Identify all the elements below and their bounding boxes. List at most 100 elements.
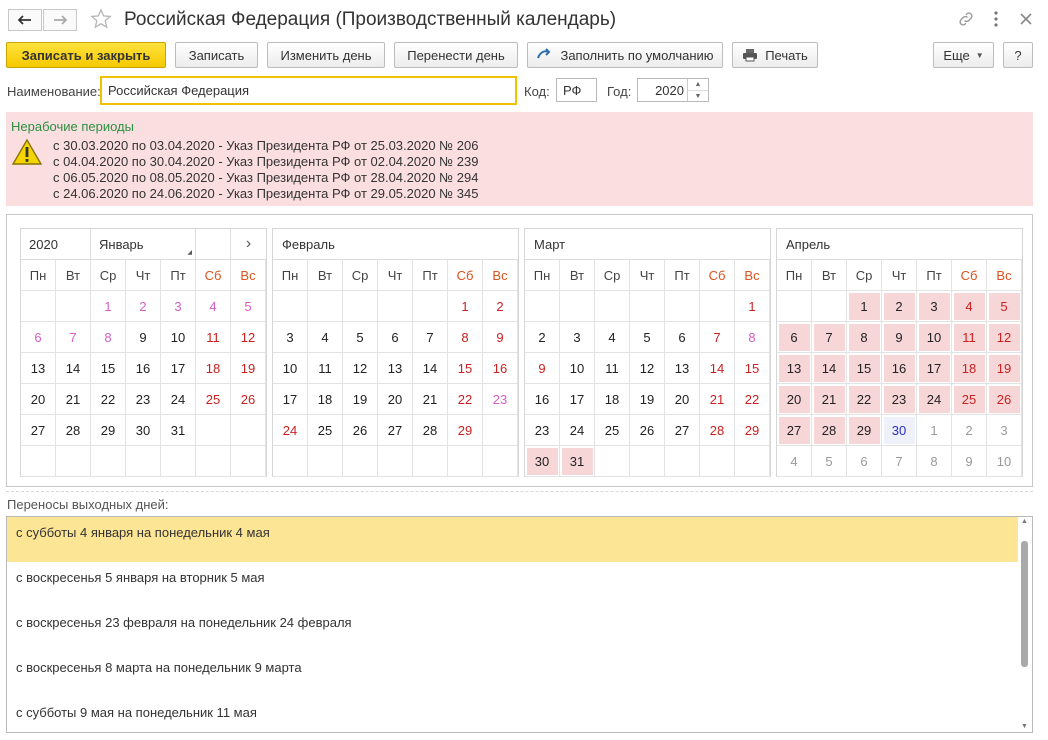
calendar-day[interactable]: 5 bbox=[987, 291, 1022, 322]
calendar-day[interactable]: 20 bbox=[378, 384, 413, 415]
calendar-day[interactable]: 23 bbox=[126, 384, 161, 415]
calendar-day[interactable]: 2 bbox=[882, 291, 917, 322]
print-button[interactable]: Печать bbox=[732, 42, 818, 68]
calendar-day[interactable]: 7 bbox=[812, 322, 847, 353]
calendar-day[interactable]: 18 bbox=[308, 384, 343, 415]
calendar-day[interactable]: 1 bbox=[448, 291, 483, 322]
link-icon[interactable] bbox=[957, 10, 975, 31]
stepper-down-icon[interactable]: ▼ bbox=[688, 90, 708, 102]
calendar-day[interactable]: 9 bbox=[882, 322, 917, 353]
calendar-day[interactable]: 6 bbox=[378, 322, 413, 353]
calendar-day[interactable]: 1 bbox=[847, 291, 882, 322]
calendar-day[interactable]: 19 bbox=[343, 384, 378, 415]
calendar-day[interactable]: 7 bbox=[413, 322, 448, 353]
calendar-day[interactable]: 10 bbox=[987, 446, 1022, 477]
calendar-day[interactable]: 13 bbox=[378, 353, 413, 384]
calendar-day[interactable]: 28 bbox=[700, 415, 735, 446]
calendar-day[interactable]: 28 bbox=[812, 415, 847, 446]
calendar-day[interactable]: 19 bbox=[630, 384, 665, 415]
calendar-day[interactable]: 7 bbox=[56, 322, 91, 353]
forward-button[interactable] bbox=[43, 9, 77, 31]
calendar-day[interactable]: 23 bbox=[882, 384, 917, 415]
calendar-day[interactable]: 15 bbox=[735, 353, 770, 384]
calendar-day[interactable]: 15 bbox=[91, 353, 126, 384]
calendar-day[interactable]: 13 bbox=[665, 353, 700, 384]
calendar-day[interactable]: 3 bbox=[273, 322, 308, 353]
calendar-day[interactable]: 20 bbox=[21, 384, 56, 415]
calendar-day[interactable]: 6 bbox=[665, 322, 700, 353]
calendar-day[interactable]: 5 bbox=[231, 291, 266, 322]
calendar-day[interactable]: 28 bbox=[413, 415, 448, 446]
calendar-day[interactable]: 17 bbox=[917, 353, 952, 384]
calendar-day[interactable]: 4 bbox=[308, 322, 343, 353]
calendar-day[interactable]: 17 bbox=[161, 353, 196, 384]
calendar-day[interactable]: 21 bbox=[413, 384, 448, 415]
calendar-day[interactable]: 3 bbox=[987, 415, 1022, 446]
change-day-button[interactable]: Изменить день bbox=[267, 42, 385, 68]
calendar-day[interactable]: 11 bbox=[952, 322, 987, 353]
calendar-day[interactable]: 10 bbox=[560, 353, 595, 384]
calendar-day[interactable]: 15 bbox=[847, 353, 882, 384]
calendar-day[interactable]: 28 bbox=[56, 415, 91, 446]
calendar-day[interactable]: 17 bbox=[560, 384, 595, 415]
calendar-day[interactable]: 2 bbox=[952, 415, 987, 446]
calendar-day[interactable]: 8 bbox=[917, 446, 952, 477]
calendar-day[interactable]: 6 bbox=[847, 446, 882, 477]
year-stepper[interactable]: ▲ ▼ bbox=[687, 79, 708, 101]
calendar-day[interactable]: 2 bbox=[126, 291, 161, 322]
code-input[interactable]: РФ bbox=[556, 78, 597, 102]
calendar-day[interactable]: 22 bbox=[847, 384, 882, 415]
calendar-day[interactable]: 26 bbox=[231, 384, 266, 415]
calendar-day[interactable]: 7 bbox=[882, 446, 917, 477]
calendar-day[interactable]: 24 bbox=[161, 384, 196, 415]
calendar-day[interactable]: 7 bbox=[700, 322, 735, 353]
favorite-star-icon[interactable] bbox=[90, 8, 112, 33]
calendar-day[interactable]: 19 bbox=[987, 353, 1022, 384]
calendar-day[interactable]: 15 bbox=[448, 353, 483, 384]
calendar-day[interactable]: 21 bbox=[700, 384, 735, 415]
calendar-day[interactable]: 17 bbox=[273, 384, 308, 415]
calendar-day[interactable]: 26 bbox=[987, 384, 1022, 415]
calendar-day[interactable]: 11 bbox=[595, 353, 630, 384]
calendar-day[interactable]: 4 bbox=[777, 446, 812, 477]
close-icon[interactable] bbox=[1020, 13, 1032, 28]
calendar-day[interactable]: 24 bbox=[560, 415, 595, 446]
list-item[interactable]: с воскресенья 5 января на вторник 5 мая bbox=[7, 562, 1019, 607]
calendar-day[interactable]: 18 bbox=[952, 353, 987, 384]
calendar-day[interactable]: 9 bbox=[952, 446, 987, 477]
calendar-day[interactable]: 2 bbox=[483, 291, 518, 322]
move-day-button[interactable]: Перенести день bbox=[394, 42, 518, 68]
calendar-day[interactable]: 13 bbox=[21, 353, 56, 384]
calendar-day[interactable]: 19 bbox=[231, 353, 266, 384]
year-selector[interactable]: 2020 bbox=[21, 229, 91, 259]
vertical-scrollbar[interactable]: ▲ ▼ bbox=[1018, 517, 1032, 732]
calendar-day[interactable]: 16 bbox=[882, 353, 917, 384]
list-item[interactable]: с воскресенья 23 февраля на понедельник … bbox=[7, 607, 1019, 652]
calendar-day[interactable]: 27 bbox=[378, 415, 413, 446]
calendar-day[interactable]: 4 bbox=[952, 291, 987, 322]
calendar-day[interactable]: 26 bbox=[630, 415, 665, 446]
calendar-day[interactable]: 8 bbox=[448, 322, 483, 353]
calendar-day[interactable]: 12 bbox=[987, 322, 1022, 353]
calendar-day[interactable]: 10 bbox=[161, 322, 196, 353]
calendar-day[interactable]: 22 bbox=[448, 384, 483, 415]
calendar-day[interactable]: 20 bbox=[777, 384, 812, 415]
calendar-day[interactable]: 2 bbox=[525, 322, 560, 353]
calendar-day[interactable]: 6 bbox=[777, 322, 812, 353]
calendar-day[interactable]: 29 bbox=[448, 415, 483, 446]
calendar-day[interactable]: 6 bbox=[21, 322, 56, 353]
list-item[interactable]: с субботы 4 января на понедельник 4 мая bbox=[7, 517, 1019, 562]
calendar-day[interactable]: 16 bbox=[126, 353, 161, 384]
calendar-day[interactable]: 29 bbox=[847, 415, 882, 446]
calendar-day[interactable]: 3 bbox=[560, 322, 595, 353]
calendar-day[interactable]: 21 bbox=[812, 384, 847, 415]
calendar-day[interactable]: 27 bbox=[665, 415, 700, 446]
name-input[interactable]: Российская Федерация bbox=[100, 76, 517, 105]
back-button[interactable] bbox=[8, 9, 42, 31]
calendar-day[interactable]: 11 bbox=[196, 322, 231, 353]
calendar-day[interactable]: 13 bbox=[777, 353, 812, 384]
list-item[interactable]: с субботы 9 мая на понедельник 11 мая bbox=[7, 697, 1019, 732]
calendar-day[interactable]: 18 bbox=[196, 353, 231, 384]
calendar-day[interactable]: 4 bbox=[196, 291, 231, 322]
calendar-day[interactable]: 25 bbox=[196, 384, 231, 415]
